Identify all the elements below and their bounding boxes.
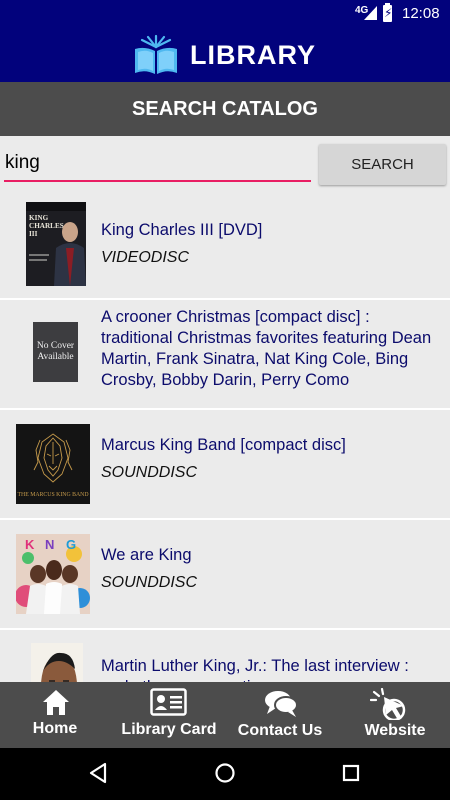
result-item[interactable]: Martin Luther King, Jr.: The last interv… <box>0 630 450 682</box>
system-navigation-bar <box>0 748 450 800</box>
svg-text:CHARLES: CHARLES <box>29 222 64 230</box>
chat-bubbles-icon <box>265 691 298 717</box>
home-icon <box>43 690 69 715</box>
result-item[interactable]: No Cover Available A crooner Christmas [… <box>0 300 450 410</box>
results-list[interactable]: KING CHARLES III King Charles III [DVD] … <box>0 194 450 682</box>
result-item[interactable]: THE MARCUS KING BAND Marcus King Band [c… <box>0 410 450 520</box>
svg-text:KING: KING <box>29 214 49 222</box>
lion-album-cover: THE MARCUS KING BAND <box>16 424 90 504</box>
nav-home-label: Home <box>32 720 78 737</box>
nav-website-label: Website <box>364 722 426 739</box>
dvd-cover-king-charles: KING CHARLES III <box>26 202 86 286</box>
king-album-cover: K N G <box>16 534 90 614</box>
app-title: LIBRARY <box>190 40 316 70</box>
app-screen: 4G ⚡ 12:08 LIBRARY SEARCH CATALOG SEARCH <box>0 0 450 800</box>
open-book-icon <box>135 34 177 74</box>
svg-text:THE MARCUS KING BAND: THE MARCUS KING BAND <box>17 492 88 498</box>
result-item[interactable]: K N G We are King SOUNDDISC <box>0 520 450 630</box>
result-title[interactable]: A crooner Christmas [compact disc] : tra… <box>101 307 436 391</box>
svg-text:G: G <box>66 537 76 552</box>
signal-icon <box>364 6 377 20</box>
result-item[interactable]: KING CHARLES III King Charles III [DVD] … <box>0 194 450 300</box>
clock: 12:08 <box>402 5 440 22</box>
result-format: SOUNDDISC <box>101 464 198 481</box>
nav-library-card[interactable]: Library Card <box>110 682 228 748</box>
home-circle-icon[interactable] <box>214 762 236 784</box>
svg-text:N: N <box>45 537 54 552</box>
nav-website[interactable]: Website <box>340 682 450 748</box>
page-title: SEARCH CATALOG <box>0 82 450 136</box>
nav-contact-us[interactable]: Contact Us <box>228 682 332 748</box>
bottom-navigation: Home Library Card Contact Us Website <box>0 682 450 748</box>
search-input[interactable] <box>4 146 311 182</box>
no-cover-placeholder: No Cover Available <box>33 322 78 382</box>
cursor-click-icon <box>370 688 406 720</box>
nav-home[interactable]: Home <box>0 682 110 748</box>
result-title[interactable]: Marcus King Band [compact disc] <box>101 435 436 456</box>
search-button[interactable]: SEARCH <box>319 144 446 185</box>
mlk-portrait-cover <box>31 643 83 682</box>
svg-text:K: K <box>25 537 35 552</box>
id-card-icon <box>150 688 187 716</box>
search-area: SEARCH <box>0 136 450 194</box>
result-format: VIDEODISC <box>101 249 190 266</box>
result-title[interactable]: Martin Luther King, Jr.: The last interv… <box>101 656 436 682</box>
nav-library-card-label: Library Card <box>121 721 217 738</box>
result-title[interactable]: King Charles III [DVD] <box>101 220 436 241</box>
result-format: SOUNDDISC <box>101 574 198 591</box>
back-icon[interactable] <box>88 762 108 784</box>
status-bar: 4G ⚡ 12:08 <box>0 0 450 28</box>
nav-contact-us-label: Contact Us <box>237 722 323 739</box>
app-header: LIBRARY <box>0 28 450 82</box>
result-title[interactable]: We are King <box>101 545 436 566</box>
battery-icon: ⚡ <box>383 3 393 22</box>
recents-icon[interactable] <box>342 762 360 784</box>
svg-text:III: III <box>29 230 38 238</box>
